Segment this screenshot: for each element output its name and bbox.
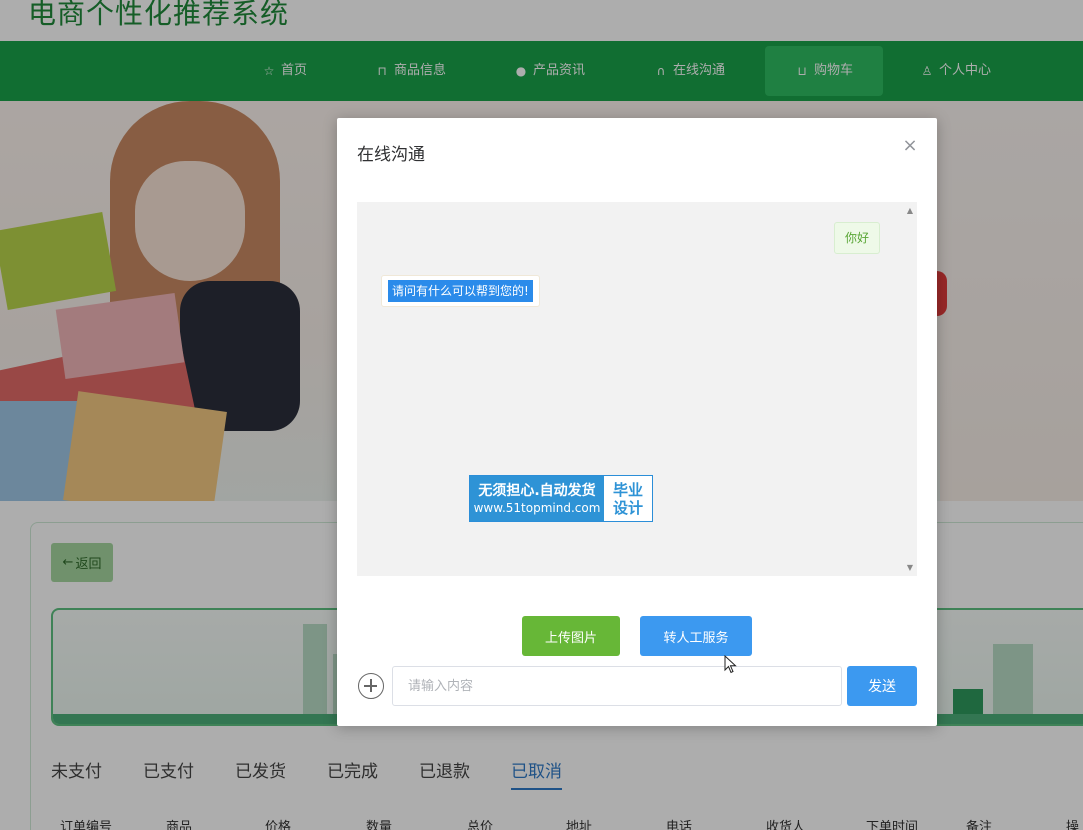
plus-circle-icon[interactable] xyxy=(358,673,384,699)
chat-dialog: 在线沟通 × ▲ ▼ 你好 请问有什么可以帮到您的! 无须担心.自动发货 www… xyxy=(337,118,937,726)
watermark-left: 无须担心.自动发货 www.51topmind.com xyxy=(470,476,604,521)
dialog-title: 在线沟通 xyxy=(357,145,425,165)
watermark-logo: 无须担心.自动发货 www.51topmind.com 毕业 设计 xyxy=(469,475,653,522)
message-input[interactable] xyxy=(392,666,842,706)
watermark-text: 无须担心.自动发货 xyxy=(478,482,596,499)
scroll-down-icon[interactable]: ▼ xyxy=(907,563,913,572)
bot-message-text: 请问有什么可以帮到您的! xyxy=(388,280,533,302)
watermark-text: 设计 xyxy=(612,498,643,517)
close-icon[interactable]: × xyxy=(902,136,918,156)
watermark-text: 毕业 xyxy=(612,480,643,499)
watermark-right: 毕业 设计 xyxy=(604,476,652,521)
scroll-up-icon[interactable]: ▲ xyxy=(907,206,913,215)
bot-message-bubble: 请问有什么可以帮到您的! xyxy=(381,275,540,307)
send-button[interactable]: 发送 xyxy=(847,666,917,706)
watermark-url: www.51topmind.com xyxy=(473,500,601,515)
user-message-bubble: 你好 xyxy=(834,222,881,254)
chat-message-area[interactable]: ▲ ▼ 你好 请问有什么可以帮到您的! 无须担心.自动发货 www.51topm… xyxy=(357,202,917,576)
transfer-human-button[interactable]: 转人工服务 xyxy=(640,616,752,656)
upload-image-button[interactable]: 上传图片 xyxy=(522,616,620,656)
